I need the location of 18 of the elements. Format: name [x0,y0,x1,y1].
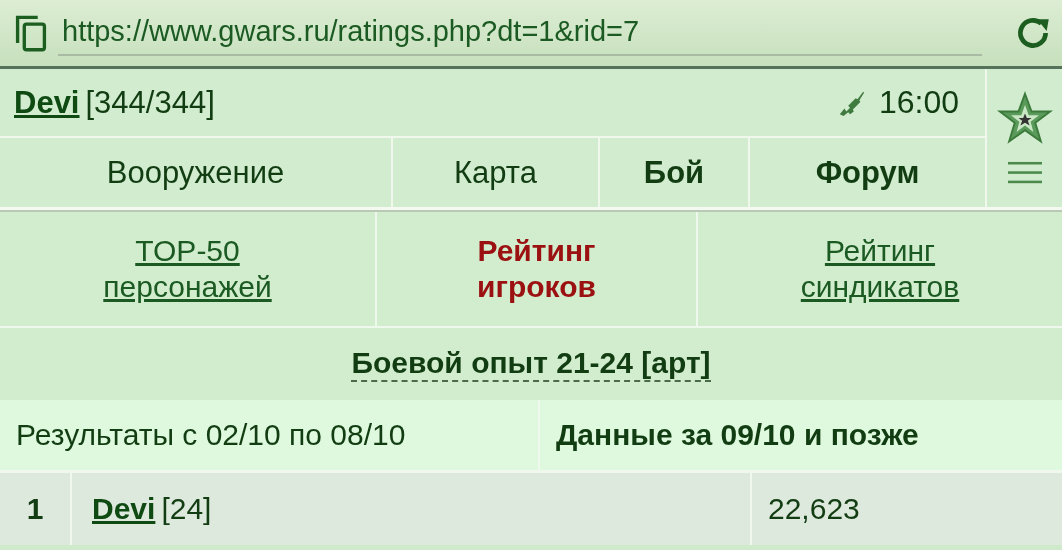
copy-icon[interactable] [14,14,48,52]
nav-link[interactable]: Карта [454,154,537,191]
rating-tab[interactable]: Рейтинг игроков [477,233,596,305]
rating-title[interactable]: Боевой опыт 21-24 [арт] [351,346,711,382]
period-option[interactable]: Данные за 09/10 и позже [540,400,1062,470]
nav-link[interactable]: Вооружение [106,154,285,191]
menu-icon[interactable] [1007,161,1042,185]
player-link[interactable]: Devi [92,492,156,526]
player-hp: [344/344] [85,84,215,121]
score-cell-text: 22,623 [767,491,861,527]
rank-cell: 1 [0,473,72,545]
nav-link[interactable]: Бой [643,154,705,191]
rating-tab[interactable]: TOP-50 персонажей [103,233,272,305]
clock-time: 16:00 [878,84,959,121]
rating-tab[interactable]: Рейтинг синдикатов [800,233,960,305]
player-link[interactable]: Devi [14,84,80,121]
player-level: [24] [161,492,212,526]
nav-link[interactable]: Форум [815,154,920,191]
